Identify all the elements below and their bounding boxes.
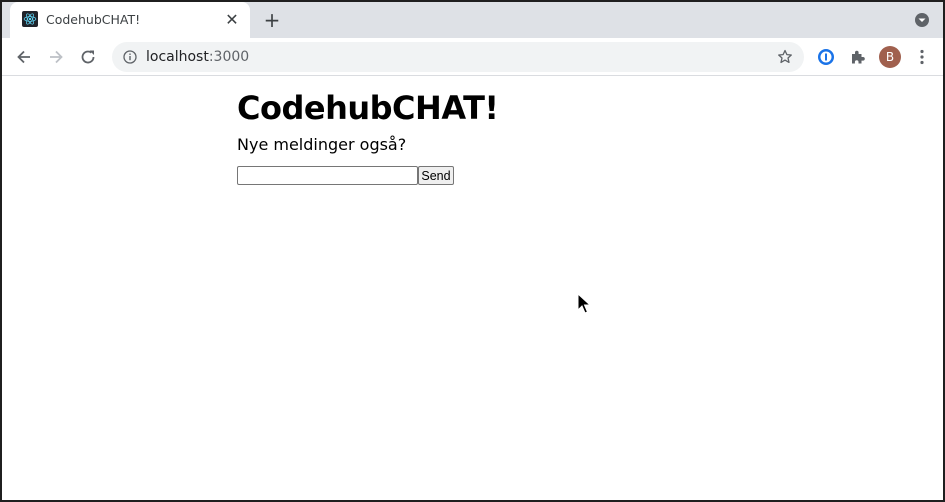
react-logo-icon <box>22 11 38 27</box>
password-manager-extension-button[interactable] <box>812 43 840 71</box>
url-host: localhost <box>146 49 209 65</box>
reload-button[interactable] <box>74 43 102 71</box>
close-tab-icon[interactable]: ✕ <box>223 11 241 29</box>
arrow-left-icon <box>17 50 30 64</box>
message-input[interactable] <box>237 166 418 185</box>
address-bar[interactable]: localhost:3000 <box>112 42 804 72</box>
browser-toolbar: localhost:3000 B <box>2 38 943 76</box>
tab-search-icon[interactable] <box>912 10 932 30</box>
send-button[interactable]: Send <box>418 166 454 185</box>
url-port: :3000 <box>208 49 250 65</box>
new-tab-button[interactable]: + <box>258 8 286 32</box>
tab-strip: CodehubCHAT! ✕ + <box>2 2 943 38</box>
page-content: CodehubCHAT! Nye meldinger også? Send <box>2 77 943 500</box>
bookmark-star-icon[interactable] <box>776 48 794 66</box>
arrow-right-icon <box>50 50 63 64</box>
mouse-cursor-icon <box>577 293 591 314</box>
tab-codehubchat[interactable]: CodehubCHAT! ✕ <box>10 2 250 38</box>
back-button[interactable] <box>10 43 38 71</box>
page-title: CodehubCHAT! <box>237 89 499 127</box>
extensions-button[interactable] <box>844 43 872 71</box>
puzzle-piece-icon <box>852 50 865 64</box>
more-vertical-icon <box>920 49 924 65</box>
browser-window: CodehubCHAT! ✕ + localhost:3000 B Codehu… <box>0 0 945 502</box>
password-manager-icon <box>818 49 834 65</box>
profile-button[interactable]: B <box>876 43 904 71</box>
avatar: B <box>879 46 901 68</box>
reload-icon <box>81 50 95 64</box>
forward-button[interactable] <box>42 43 70 71</box>
info-icon[interactable] <box>122 49 138 65</box>
url-text: localhost:3000 <box>146 49 249 65</box>
browser-menu-button[interactable] <box>908 43 936 71</box>
tab-title: CodehubCHAT! <box>46 12 141 27</box>
subtitle: Nye meldinger også? <box>237 135 407 154</box>
